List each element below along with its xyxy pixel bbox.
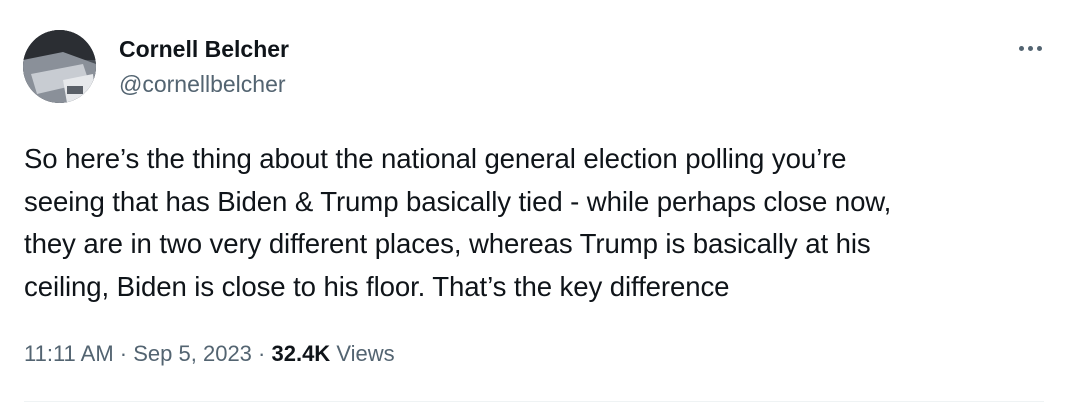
meta-separator: · [251, 341, 272, 366]
meta-separator: · [113, 341, 134, 366]
avatar-image [23, 30, 96, 103]
tweet-text-line: So here’s the thing about the national g… [24, 143, 847, 174]
avatar[interactable] [23, 30, 96, 103]
tweet-text-line: they are in two very different places, w… [24, 228, 871, 260]
views-count[interactable]: 32.4K [271, 341, 330, 366]
display-name[interactable]: Cornell Belcher [119, 34, 289, 64]
more-options-button[interactable] [1010, 32, 1050, 64]
more-horizontal-icon [1018, 45, 1042, 51]
more-dot [1018, 45, 1024, 51]
views-label: Views [336, 341, 395, 366]
divider [24, 401, 1044, 402]
tweet-text: So here’s the thing about the national g… [24, 138, 1044, 308]
tweet: Cornell Belcher @cornellbelcher So here’… [0, 0, 1072, 404]
tweet-meta: 11:11 AM · Sep 5, 2023 · 32.4K Views [24, 339, 395, 369]
more-dot [1036, 45, 1042, 51]
tweet-time[interactable]: 11:11 AM [24, 341, 114, 366]
author-info: Cornell Belcher @cornellbelcher [119, 34, 289, 99]
tweet-text-line: ceiling, Biden is close to his floor. Th… [24, 270, 730, 302]
more-dot [1027, 45, 1033, 51]
user-handle[interactable]: @cornellbelcher [119, 69, 289, 99]
tweet-text-line: seeing that has Biden & Trump basically … [24, 185, 892, 217]
tweet-date[interactable]: Sep 5, 2023 [133, 341, 252, 366]
